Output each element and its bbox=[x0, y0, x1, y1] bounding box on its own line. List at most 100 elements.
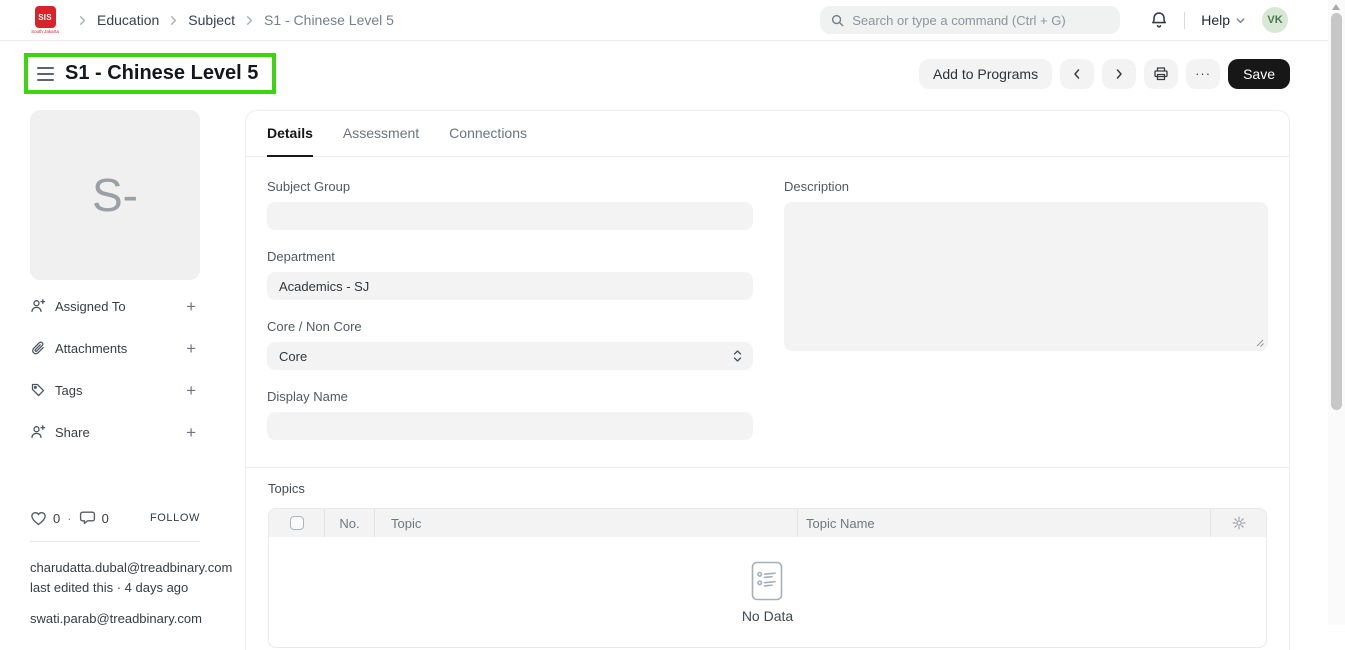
add-tag-button[interactable]: + bbox=[182, 380, 200, 401]
field-core-non-core: Core / Non Core Core bbox=[267, 319, 753, 370]
topics-table-body: No Data bbox=[269, 537, 1266, 647]
page-scrollbar bbox=[1328, 0, 1345, 625]
social-row: 0 · 0 FOLLOW bbox=[30, 510, 200, 526]
core-non-core-select[interactable]: Core bbox=[267, 342, 753, 370]
scrollbar-thumb[interactable] bbox=[1331, 13, 1342, 410]
page-header: S1 - Chinese Level 5 Add to Programs ···… bbox=[24, 50, 1290, 97]
empty-state-label: No Data bbox=[742, 608, 793, 624]
paperclip-icon bbox=[30, 340, 46, 356]
column-header-topic-name: Topic Name bbox=[797, 509, 1210, 537]
subject-group-label: Subject Group bbox=[267, 179, 753, 194]
form-card: Details Assessment Connections Subject G… bbox=[245, 110, 1290, 650]
help-label: Help bbox=[1201, 12, 1230, 28]
global-search[interactable] bbox=[820, 6, 1120, 34]
tab-assessment[interactable]: Assessment bbox=[343, 111, 419, 157]
search-input[interactable] bbox=[852, 13, 1110, 28]
chevron-left-icon bbox=[1070, 67, 1084, 81]
sidebar-item-label: Share bbox=[55, 425, 90, 440]
select-updown-icon bbox=[732, 349, 743, 363]
navbar-divider bbox=[1184, 12, 1185, 29]
sidebar-item-assigned-to: Assigned To + bbox=[30, 285, 200, 327]
more-options-button[interactable]: ··· bbox=[1186, 59, 1220, 89]
comment-icon bbox=[79, 510, 96, 526]
previous-record-button[interactable] bbox=[1060, 59, 1094, 89]
department-label: Department bbox=[267, 249, 753, 264]
follow-button[interactable]: FOLLOW bbox=[150, 512, 200, 524]
tab-details[interactable]: Details bbox=[267, 111, 313, 157]
form-tabs: Details Assessment Connections bbox=[246, 111, 1289, 157]
created-by: swati.parab@treadbinary.com bbox=[30, 609, 245, 629]
assign-user-icon bbox=[30, 298, 46, 314]
next-record-button[interactable] bbox=[1102, 59, 1136, 89]
field-department: Department bbox=[267, 249, 753, 300]
display-name-input[interactable] bbox=[267, 412, 753, 440]
last-edited-block: charudatta.dubal@treadbinary.com last ed… bbox=[30, 558, 245, 598]
chevron-down-icon bbox=[1235, 15, 1246, 26]
column-header-no: No. bbox=[324, 509, 374, 537]
sidebar-sections: Assigned To + Attachments + Tags + Share… bbox=[30, 285, 200, 453]
save-button[interactable]: Save bbox=[1228, 59, 1290, 89]
navbar-right: Help VK bbox=[1150, 7, 1288, 33]
sidebar-toggle-icon[interactable] bbox=[37, 65, 54, 83]
chevron-right-icon bbox=[76, 14, 89, 27]
header-actions: Add to Programs ··· Save bbox=[919, 59, 1290, 89]
record-sidebar: S- Assigned To + Attachments + Tags + bbox=[30, 110, 245, 629]
topics-label: Topics bbox=[268, 481, 1267, 496]
form-right-column: Description bbox=[784, 179, 1268, 459]
app-logo[interactable]: SIS South Jakarta bbox=[30, 6, 60, 34]
tab-connections[interactable]: Connections bbox=[449, 111, 527, 157]
chevron-right-icon bbox=[167, 14, 180, 27]
resize-handle-icon[interactable] bbox=[1255, 338, 1264, 347]
comments-count: 0 bbox=[102, 511, 109, 526]
user-avatar[interactable]: VK bbox=[1262, 7, 1288, 33]
help-menu[interactable]: Help bbox=[1201, 12, 1246, 28]
breadcrumb-current: S1 - Chinese Level 5 bbox=[264, 12, 394, 28]
created-by-block: swati.parab@treadbinary.com bbox=[30, 609, 245, 629]
column-header-topic: Topic bbox=[374, 509, 797, 537]
add-to-programs-button[interactable]: Add to Programs bbox=[919, 59, 1052, 89]
tag-icon bbox=[30, 382, 46, 398]
display-name-label: Display Name bbox=[267, 389, 753, 404]
add-attachment-button[interactable]: + bbox=[182, 338, 200, 359]
description-label: Description bbox=[784, 179, 1268, 194]
department-input[interactable] bbox=[267, 272, 753, 300]
field-description: Description bbox=[784, 179, 1268, 351]
sidebar-item-label: Tags bbox=[55, 383, 82, 398]
sidebar-item-label: Attachments bbox=[55, 341, 127, 356]
breadcrumb-subject[interactable]: Subject bbox=[188, 12, 235, 28]
subject-group-input[interactable] bbox=[267, 202, 753, 230]
header-checkbox-cell bbox=[269, 509, 324, 537]
breadcrumb: Education Subject S1 - Chinese Level 5 bbox=[72, 12, 398, 28]
sidebar-item-share: Share + bbox=[30, 411, 200, 453]
record-image-placeholder[interactable]: S- bbox=[30, 110, 200, 280]
add-assignment-button[interactable]: + bbox=[182, 296, 200, 317]
table-settings-button[interactable] bbox=[1210, 509, 1266, 537]
print-button[interactable] bbox=[1144, 59, 1178, 89]
field-display-name: Display Name bbox=[267, 389, 753, 440]
description-textarea[interactable] bbox=[784, 202, 1268, 351]
add-share-button[interactable]: + bbox=[182, 422, 200, 443]
sidebar-item-tags: Tags + bbox=[30, 369, 200, 411]
gear-icon bbox=[1232, 516, 1246, 530]
notifications-bell-icon[interactable] bbox=[1150, 11, 1168, 29]
search-icon bbox=[830, 13, 845, 28]
details-form: Subject Group Department Core / Non Core… bbox=[246, 157, 1289, 467]
logo-icon: SIS bbox=[35, 6, 56, 28]
core-non-core-value: Core bbox=[279, 349, 307, 364]
page-title: S1 - Chinese Level 5 bbox=[65, 62, 258, 85]
comments-button[interactable]: 0 bbox=[79, 510, 109, 526]
core-non-core-label: Core / Non Core bbox=[267, 319, 753, 334]
breadcrumb-education[interactable]: Education bbox=[97, 12, 159, 28]
chevron-right-icon bbox=[243, 14, 256, 27]
select-all-checkbox[interactable] bbox=[290, 516, 304, 530]
topics-section: Topics No. Topic Topic Name No Data bbox=[246, 468, 1289, 648]
heart-icon bbox=[30, 510, 47, 526]
top-navbar: SIS South Jakarta Education Subject S1 -… bbox=[0, 0, 1328, 41]
last-edited-note: last edited this · 4 days ago bbox=[30, 578, 245, 598]
sidebar-item-label: Assigned To bbox=[55, 299, 126, 314]
ellipsis-icon: ··· bbox=[1195, 67, 1211, 80]
empty-state: No Data bbox=[742, 561, 793, 624]
like-button[interactable]: 0 bbox=[30, 510, 60, 526]
no-data-icon bbox=[751, 561, 783, 601]
scroll-up-arrow-icon[interactable] bbox=[1332, 4, 1340, 10]
